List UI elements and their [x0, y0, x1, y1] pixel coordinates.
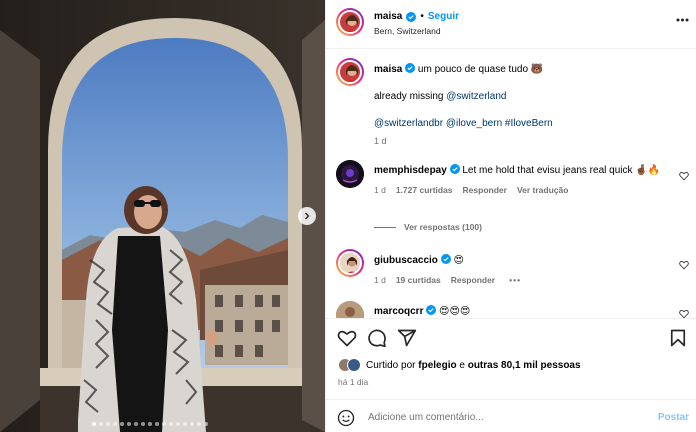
carousel-dot [134, 422, 138, 426]
carousel-dot [190, 422, 194, 426]
post-side-panel: maisa • Seguir Bern, Switzerland maisa u… [325, 0, 696, 432]
reply-button[interactable]: Responder [463, 185, 507, 195]
follow-button[interactable]: Seguir [428, 11, 459, 22]
carousel-dot [197, 422, 201, 426]
liked-by-prefix: Curtido por [366, 359, 419, 371]
caption-avatar[interactable] [336, 58, 364, 86]
instagram-post: maisa • Seguir Bern, Switzerland maisa u… [0, 0, 696, 432]
comment-username[interactable]: giubuscaccio [374, 255, 438, 266]
post-comment-button[interactable]: Postar [658, 412, 689, 423]
comment-options-icon[interactable]: ••• [509, 275, 521, 285]
carousel-dot [169, 422, 173, 426]
carousel-dot [127, 422, 131, 426]
post-header: maisa • Seguir Bern, Switzerland [326, 0, 696, 49]
author-username[interactable]: maisa [374, 11, 402, 22]
photo-scene [0, 0, 325, 432]
comment-text: Let me hold that evisu jeans real quick … [462, 165, 661, 176]
comment-avatar-giubuscaccio[interactable] [336, 249, 364, 277]
view-replies-label[interactable]: Ver respostas (100) [404, 222, 482, 232]
like-heart-icon[interactable] [337, 328, 357, 348]
liked-by-middle: e [456, 359, 468, 371]
liked-by-avatars [338, 358, 361, 372]
carousel-dot [99, 422, 103, 426]
comment-icon[interactable] [367, 328, 387, 348]
comment-giubuscaccio: giubuscaccio 😍 1 d 19 curtidas Responder… [374, 254, 671, 285]
carousel-indicator [92, 422, 208, 426]
comment-avatar-memphisdepay[interactable] [336, 160, 364, 188]
comment-memphisdepay: memphisdepay Let me hold that evisu jean… [374, 164, 671, 195]
mention-switzerland[interactable]: @switzerland [446, 91, 506, 102]
comment-like-heart-icon[interactable] [679, 309, 689, 318]
comment-input[interactable]: Adicione um comentário... [368, 412, 484, 423]
carousel-dot [155, 422, 159, 426]
carousel-dot [204, 422, 208, 426]
post-actions: Curtido por fpelegio e outras 80,1 mil p… [326, 318, 696, 432]
caption-username[interactable]: maisa [374, 64, 402, 75]
post-photo[interactable] [0, 0, 325, 432]
comment-likes[interactable]: 1.727 curtidas [396, 185, 453, 195]
comment-time: 1 d [374, 275, 386, 285]
post-timestamp[interactable]: há 1 dia [338, 377, 368, 387]
view-replies[interactable]: Ver respostas (100) [374, 222, 482, 232]
comment-likes[interactable]: 19 curtidas [396, 275, 441, 285]
liked-by-user[interactable]: fpelegio [418, 360, 456, 371]
carousel-dot [120, 422, 124, 426]
liked-by: Curtido por fpelegio e outras 80,1 mil p… [338, 358, 581, 372]
comments-list[interactable]: maisa um pouco de quase tudo 🐻 already m… [326, 50, 696, 318]
carousel-dot [148, 422, 152, 426]
comment-time: 1 d [374, 185, 386, 195]
carousel-dot [113, 422, 117, 426]
chevron-right-icon [305, 212, 310, 220]
next-photo-button[interactable] [298, 207, 316, 225]
carousel-dot [106, 422, 110, 426]
save-bookmark-icon[interactable] [668, 328, 688, 348]
verified-badge-icon [406, 11, 417, 22]
carousel-dot [141, 422, 145, 426]
emoji-icon[interactable] [337, 409, 355, 427]
comment-avatar-marcoqcrr[interactable] [336, 301, 364, 318]
carousel-dot [92, 422, 96, 426]
post-location[interactable]: Bern, Switzerland [374, 26, 441, 36]
author-avatar[interactable] [336, 8, 364, 36]
verified-badge-icon [440, 254, 451, 264]
add-comment-bar: Adicione um comentário... Postar [326, 399, 696, 432]
comment-text: 😍😍😍 [439, 306, 471, 317]
comment-username[interactable]: marcoqcrr [374, 306, 423, 317]
liked-by-others[interactable]: outras 80,1 mil pessoas [468, 360, 581, 371]
reply-button[interactable]: Responder [451, 275, 495, 285]
caption-line-1: um pouco de quase tudo 🐻 [417, 64, 544, 75]
carousel-dot [183, 422, 187, 426]
comment-like-heart-icon[interactable] [679, 260, 689, 270]
more-horizontal-icon[interactable] [676, 18, 689, 22]
caption-line-2: already missing [374, 91, 447, 102]
carousel-dot [176, 422, 180, 426]
carousel-dot [162, 422, 166, 426]
caption-tags[interactable]: @switzerlandbr @ilove_bern #IloveBern [374, 117, 687, 130]
comment-text: 😍 [453, 255, 464, 266]
comment-username[interactable]: memphisdepay [374, 165, 447, 176]
verified-badge-icon [405, 63, 416, 73]
follow-separator: • [420, 11, 424, 22]
comment-like-heart-icon[interactable] [679, 171, 689, 181]
caption: maisa um pouco de quase tudo 🐻 already m… [374, 63, 687, 146]
liker-avatar[interactable] [347, 358, 361, 372]
verified-badge-icon [426, 305, 437, 315]
comment-marcoqcrr: marcoqcrr 😍😍😍 [374, 305, 671, 318]
verified-badge-icon [449, 164, 460, 174]
share-icon[interactable] [397, 328, 417, 348]
translate-button[interactable]: Ver tradução [517, 185, 569, 195]
caption-time: 1 d [374, 136, 387, 146]
